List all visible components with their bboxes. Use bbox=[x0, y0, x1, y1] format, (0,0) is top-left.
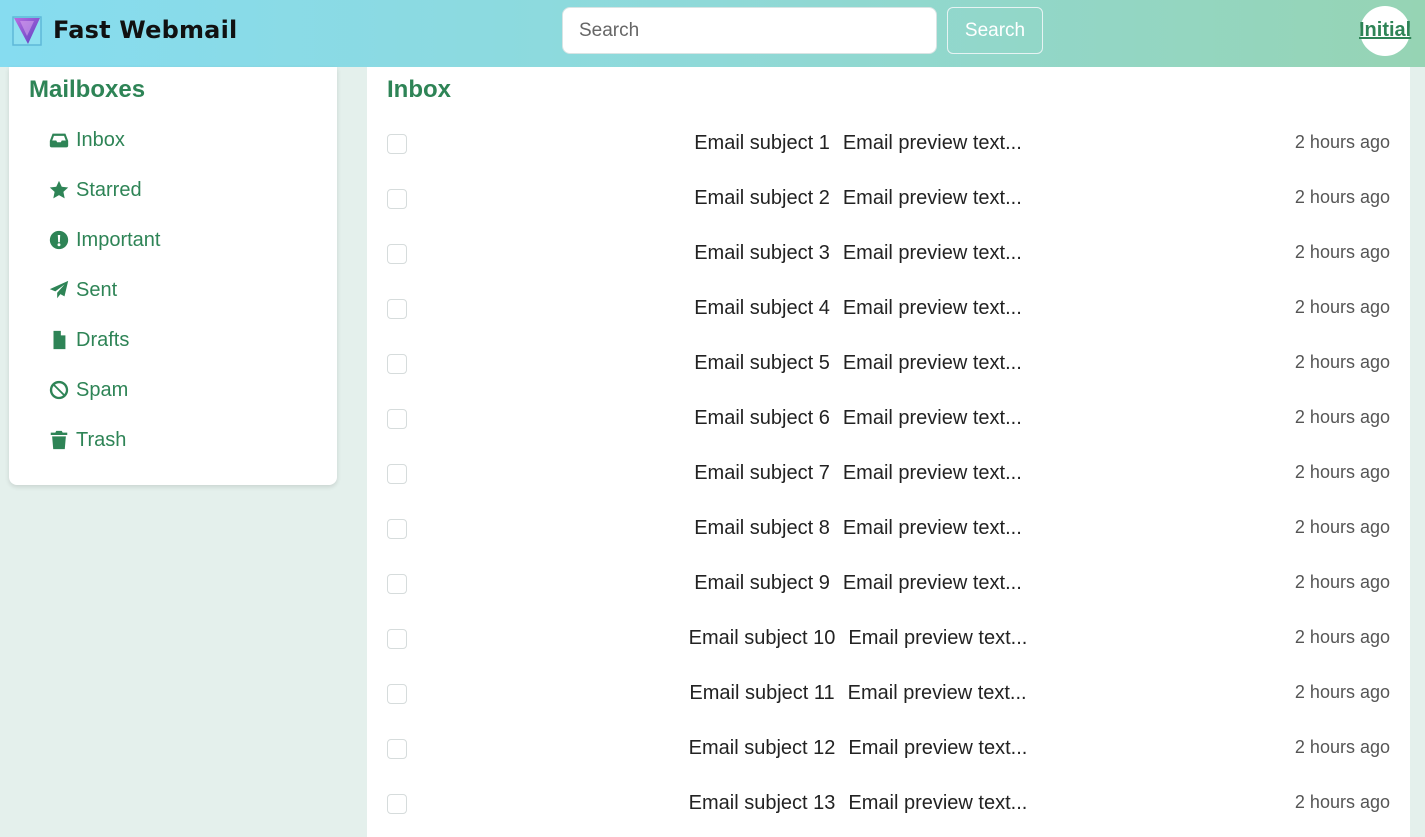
email-subject: Email subject 2 bbox=[694, 187, 830, 209]
sidebar-item-important[interactable]: Important bbox=[48, 225, 160, 255]
email-subject: Email subject 12 bbox=[688, 737, 836, 759]
email-summary: Email subject 9 Email preview text... bbox=[367, 572, 1349, 595]
email-timestamp: 2 hours ago bbox=[1294, 792, 1390, 812]
sidebar-title: Mailboxes bbox=[29, 76, 146, 103]
sidebar-item-label: Starred bbox=[76, 178, 142, 201]
email-preview: Email preview text... bbox=[848, 737, 1028, 759]
email-subject: Email subject 9 bbox=[694, 572, 830, 594]
file-icon bbox=[53, 330, 66, 350]
email-summary: Email subject 8 Email preview text... bbox=[367, 517, 1349, 540]
email-row[interactable]: Email subject 1 Email preview text... 2 ho… bbox=[367, 115, 1410, 170]
email-subject: Email subject 7 bbox=[694, 462, 830, 484]
sidebar-item-label: Inbox bbox=[76, 128, 125, 151]
email-preview: Email preview text... bbox=[842, 352, 1022, 374]
email-row[interactable]: Email subject 10 Email preview text... 2 h… bbox=[367, 610, 1410, 665]
email-preview: Email preview text... bbox=[842, 462, 1022, 484]
email-summary: Email subject 10 Email preview text... bbox=[367, 627, 1349, 650]
v-logo-icon[interactable] bbox=[12, 16, 42, 46]
email-subject: Email subject 5 bbox=[694, 352, 830, 374]
inbox-icon bbox=[49, 133, 69, 148]
email-timestamp: 2 hours ago bbox=[1294, 682, 1390, 702]
email-row[interactable]: Email subject 8 Email preview text... 2 ho… bbox=[367, 500, 1410, 555]
email-summary: Email subject 11 Email preview text... bbox=[367, 682, 1349, 705]
email-preview: Email preview text... bbox=[847, 682, 1027, 704]
app-title: Fast Webmail bbox=[53, 16, 238, 44]
email-timestamp: 2 hours ago bbox=[1294, 572, 1390, 592]
email-timestamp: 2 hours ago bbox=[1294, 132, 1390, 152]
email-timestamp: 2 hours ago bbox=[1294, 737, 1390, 757]
email-timestamp: 2 hours ago bbox=[1294, 462, 1390, 482]
sidebar-item-label: Spam bbox=[76, 378, 129, 401]
sidebar-item-drafts[interactable]: Drafts bbox=[48, 325, 129, 355]
email-timestamp: 2 hours ago bbox=[1294, 187, 1390, 207]
top-bar: Fast Webmail Search Initial bbox=[0, 0, 1425, 67]
email-preview: Email preview text... bbox=[842, 407, 1022, 429]
search-button[interactable]: Search bbox=[947, 7, 1043, 54]
email-timestamp: 2 hours ago bbox=[1294, 407, 1390, 427]
email-row[interactable]: Email subject 5 Email preview text... 2 ho… bbox=[367, 335, 1410, 390]
email-row[interactable]: Email subject 6 Email preview text... 2 ho… bbox=[367, 390, 1410, 445]
sidebar-item-label: Drafts bbox=[76, 328, 130, 351]
trash-icon bbox=[50, 430, 68, 450]
email-row[interactable]: Email subject 9 Email preview text... 2 ho… bbox=[367, 555, 1410, 610]
email-timestamp: 2 hours ago bbox=[1294, 352, 1390, 372]
sidebar-item-sent[interactable]: Sent bbox=[48, 275, 117, 305]
email-row[interactable]: Email subject 13 Email preview text... 2 h… bbox=[367, 775, 1410, 830]
email-timestamp: 2 hours ago bbox=[1294, 242, 1390, 262]
email-subject: Email subject 1 bbox=[694, 132, 830, 154]
email-summary: Email subject 3 Email preview text... bbox=[367, 242, 1349, 265]
sidebar-item-starred[interactable]: Starred bbox=[48, 175, 142, 205]
email-preview: Email preview text... bbox=[848, 627, 1028, 649]
sidebar-item-trash[interactable]: Trash bbox=[48, 425, 126, 455]
email-row[interactable]: Email subject 3 Email preview text... 2 ho… bbox=[367, 225, 1410, 280]
sidebar-item-label: Important bbox=[76, 228, 161, 251]
email-summary: Email subject 1 Email preview text... bbox=[367, 132, 1349, 155]
email-summary: Email subject 12 Email preview text... bbox=[367, 737, 1349, 760]
email-preview: Email preview text... bbox=[842, 517, 1022, 539]
star-icon bbox=[49, 180, 69, 199]
email-row[interactable]: Email subject 7 Email preview text... 2 ho… bbox=[367, 445, 1410, 500]
avatar-link[interactable]: Initial bbox=[1359, 19, 1411, 42]
email-timestamp: 2 hours ago bbox=[1294, 627, 1390, 647]
email-row[interactable]: Email subject 11 Email preview text... 2 h… bbox=[367, 665, 1410, 720]
email-row[interactable]: Email subject 2 Email preview text... 2 ho… bbox=[367, 170, 1410, 225]
paper-plane-icon bbox=[49, 280, 69, 299]
sidebar-item-label: Sent bbox=[76, 278, 118, 301]
email-subject: Email subject 10 bbox=[688, 627, 836, 649]
email-summary: Email subject 4 Email preview text... bbox=[367, 297, 1349, 320]
email-preview: Email preview text... bbox=[842, 242, 1022, 264]
email-preview: Email preview text... bbox=[842, 297, 1022, 319]
email-summary: Email subject 13 Email preview text... bbox=[367, 792, 1349, 815]
mailboxes-panel: Mailboxes Inbox Starred Important Sent D… bbox=[9, 67, 337, 485]
email-row[interactable]: Email subject 4 Email preview text... 2 ho… bbox=[367, 280, 1410, 335]
email-summary: Email subject 2 Email preview text... bbox=[367, 187, 1349, 210]
email-preview: Email preview text... bbox=[842, 132, 1022, 154]
exclamation-circle-icon bbox=[49, 230, 69, 250]
ban-icon bbox=[49, 380, 69, 400]
email-subject: Email subject 8 bbox=[694, 517, 830, 539]
search-input[interactable] bbox=[562, 7, 937, 54]
email-subject: Email subject 13 bbox=[688, 792, 836, 814]
email-row[interactable]: Email subject 12 Email preview text... 2 h… bbox=[367, 720, 1410, 775]
sidebar-item-label: Trash bbox=[76, 428, 127, 451]
email-timestamp: 2 hours ago bbox=[1294, 297, 1390, 317]
email-summary: Email subject 7 Email preview text... bbox=[367, 462, 1349, 485]
email-subject: Email subject 11 bbox=[689, 682, 835, 704]
inbox-panel: Inbox Email subject 1 Email preview text.… bbox=[367, 67, 1410, 837]
email-subject: Email subject 4 bbox=[694, 297, 830, 319]
page-title: Inbox bbox=[387, 76, 451, 103]
email-summary: Email subject 5 Email preview text... bbox=[367, 352, 1349, 375]
email-subject: Email subject 6 bbox=[694, 407, 830, 429]
email-subject: Email subject 3 bbox=[694, 242, 830, 264]
email-summary: Email subject 6 Email preview text... bbox=[367, 407, 1349, 430]
sidebar-item-spam[interactable]: Spam bbox=[48, 375, 128, 405]
email-preview: Email preview text... bbox=[842, 572, 1022, 594]
email-preview: Email preview text... bbox=[848, 792, 1028, 814]
sidebar-item-inbox[interactable]: Inbox bbox=[48, 125, 125, 155]
email-timestamp: 2 hours ago bbox=[1294, 517, 1390, 537]
email-preview: Email preview text... bbox=[842, 187, 1022, 209]
